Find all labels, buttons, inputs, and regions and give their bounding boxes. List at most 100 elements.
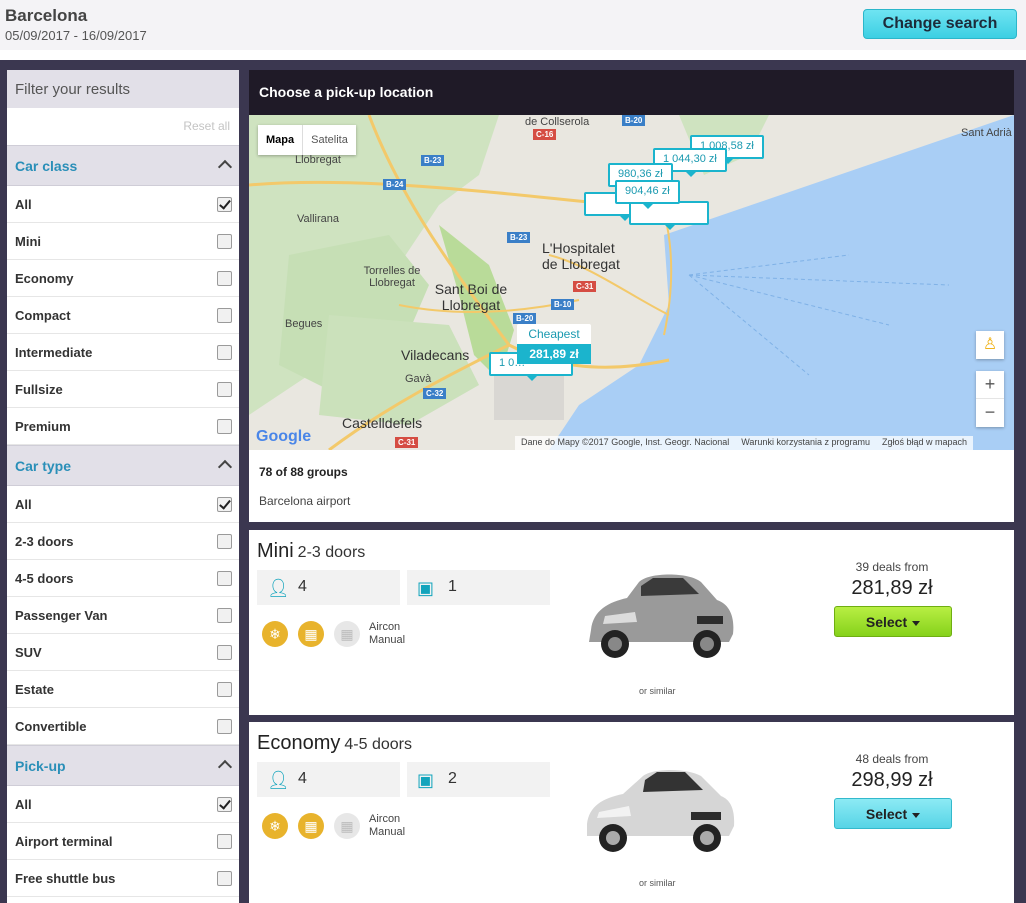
filter-option[interactable]: 2-3 doors — [7, 523, 239, 560]
map-place-label: de Collserola — [525, 116, 590, 128]
cheapest-label: Cheapest — [517, 324, 591, 344]
filter-option[interactable]: Airport terminal — [7, 823, 239, 860]
filter-option[interactable]: Economy — [7, 260, 239, 297]
checkbox[interactable] — [217, 719, 232, 734]
checkbox[interactable] — [217, 534, 232, 549]
price-marker-cluster[interactable] — [629, 201, 709, 230]
option-label: All — [15, 797, 32, 812]
map-view[interactable]: Mapa Satelita de Collserola Llobregat Va… — [249, 115, 1014, 450]
filter-option[interactable]: Mini — [7, 223, 239, 260]
checkbox[interactable] — [217, 271, 232, 286]
option-label: Free shuttle bus — [15, 871, 116, 886]
price-marker[interactable]: 904,46 zł — [615, 180, 680, 209]
deals-count: 48 deals from — [855, 752, 929, 766]
road-label: C-31 — [395, 437, 419, 448]
filter-option[interactable]: Intermediate — [7, 334, 239, 371]
attribution-report-link[interactable]: Zgłoś błąd w mapach — [876, 436, 973, 450]
caret-down-icon — [912, 620, 921, 626]
filter-option[interactable]: Premium — [7, 408, 239, 445]
checkbox[interactable] — [217, 345, 232, 360]
section-car-type[interactable]: Car type — [7, 445, 239, 486]
zoom-in-button[interactable]: + — [976, 371, 1004, 399]
gearshift-icon: ▦ — [298, 621, 324, 647]
filter-option[interactable]: All — [7, 786, 239, 823]
road-label: B-23 — [421, 155, 445, 166]
map-panel-title: Choose a pick-up location — [249, 70, 1014, 115]
checkbox[interactable] — [217, 419, 232, 434]
checkbox[interactable] — [217, 382, 232, 397]
street-view-pegman-icon[interactable]: ♙ — [976, 331, 1004, 359]
city-title: Barcelona — [5, 6, 88, 25]
checkbox[interactable] — [217, 834, 232, 849]
map-place-label: Viladecans — [401, 347, 470, 363]
checkbox[interactable] — [217, 797, 232, 812]
car-doors: 4-5 doors — [344, 736, 412, 753]
attribution-terms-link[interactable]: Warunki korzystania z programu — [735, 436, 876, 450]
suitcase-icon: ▣ — [417, 770, 435, 790]
filter-option[interactable]: Estate — [7, 671, 239, 708]
zoom-out-button[interactable]: − — [976, 399, 1004, 427]
road-label: B-10 — [551, 299, 575, 310]
feature-transmission: Manual — [369, 826, 406, 838]
car-image — [589, 574, 734, 658]
passenger-spec: 👤︎ 4 — [257, 762, 400, 797]
road-label: B-24 — [383, 179, 407, 190]
option-label: Airport terminal — [15, 834, 113, 849]
or-similar-label: or similar — [639, 686, 676, 696]
car-price: 298,99 zł — [851, 769, 933, 791]
road-label: B-20 — [622, 115, 646, 126]
road-label: C-32 — [423, 388, 447, 399]
suitcase-icon: ▣ — [417, 578, 435, 598]
change-search-button[interactable]: Change search — [863, 9, 1017, 39]
car-image — [587, 770, 735, 852]
map-place-label: Gavà — [405, 373, 432, 385]
filter-option[interactable]: 4-5 doors — [7, 560, 239, 597]
select-button[interactable]: Select — [834, 606, 952, 637]
checkbox[interactable] — [217, 682, 232, 697]
automatic-gear-icon: ▦ — [334, 621, 360, 647]
passenger-spec: 👤︎ 4 — [257, 570, 400, 605]
checkbox[interactable] — [217, 871, 232, 886]
filter-option[interactable]: Free shuttle bus — [7, 860, 239, 897]
filter-option[interactable]: SUV — [7, 634, 239, 671]
checkbox[interactable] — [217, 308, 232, 323]
cheapest-marker[interactable]: Cheapest 281,89 zł — [517, 324, 591, 364]
select-label: Select — [865, 614, 908, 630]
filter-option[interactable]: Compact — [7, 297, 239, 334]
gearshift-icon: ▦ — [298, 813, 324, 839]
option-label: Passenger Van — [15, 608, 108, 623]
feature-aircon: Aircon — [369, 621, 401, 633]
map-place-label: L'Hospitalet de Llobregat — [542, 240, 620, 272]
section-car-class[interactable]: Car class — [7, 145, 239, 186]
car-features: Aircon Manual — [369, 621, 405, 647]
checkbox[interactable] — [217, 234, 232, 249]
section-pick-up[interactable]: Pick-up — [7, 745, 239, 786]
option-label: SUV — [15, 645, 42, 660]
checkbox[interactable] — [217, 608, 232, 623]
filter-option[interactable]: Fullsize — [7, 371, 239, 408]
filter-option[interactable]: Convertible — [7, 708, 239, 745]
checkbox[interactable] — [217, 645, 232, 660]
filter-option[interactable]: Passenger Van — [7, 597, 239, 634]
map-place-label: Begues — [285, 318, 323, 330]
bag-count: 1 — [448, 578, 457, 595]
attribution-data: Dane do Mapy ©2017 Google, Inst. Geogr. … — [521, 437, 730, 447]
reset-all-link[interactable]: Reset all — [7, 108, 239, 145]
select-button[interactable]: Select — [834, 798, 952, 829]
option-label: Economy — [15, 271, 74, 286]
bags-spec: ▣ 1 — [407, 570, 550, 605]
checkbox[interactable] — [217, 497, 232, 512]
filter-option[interactable]: All — [7, 486, 239, 523]
map-type-map[interactable]: Mapa — [258, 125, 302, 155]
checkbox[interactable] — [217, 197, 232, 212]
checkbox[interactable] — [217, 571, 232, 586]
select-label: Select — [865, 806, 908, 822]
snowflake-icon: ❄ — [262, 621, 288, 647]
car-class: Mini — [257, 540, 294, 562]
map-type-control: Mapa Satelita — [258, 125, 356, 155]
google-logo: Google — [256, 428, 312, 445]
filter-option[interactable]: All — [7, 186, 239, 223]
car-features: Aircon Manual — [369, 813, 405, 839]
car-card: Mini 2-3 doors 👤︎ 4 ▣ 1 ❄ ▦ ▦ Aircon Manual … — [249, 530, 1014, 715]
map-type-satellite[interactable]: Satelita — [302, 125, 356, 155]
